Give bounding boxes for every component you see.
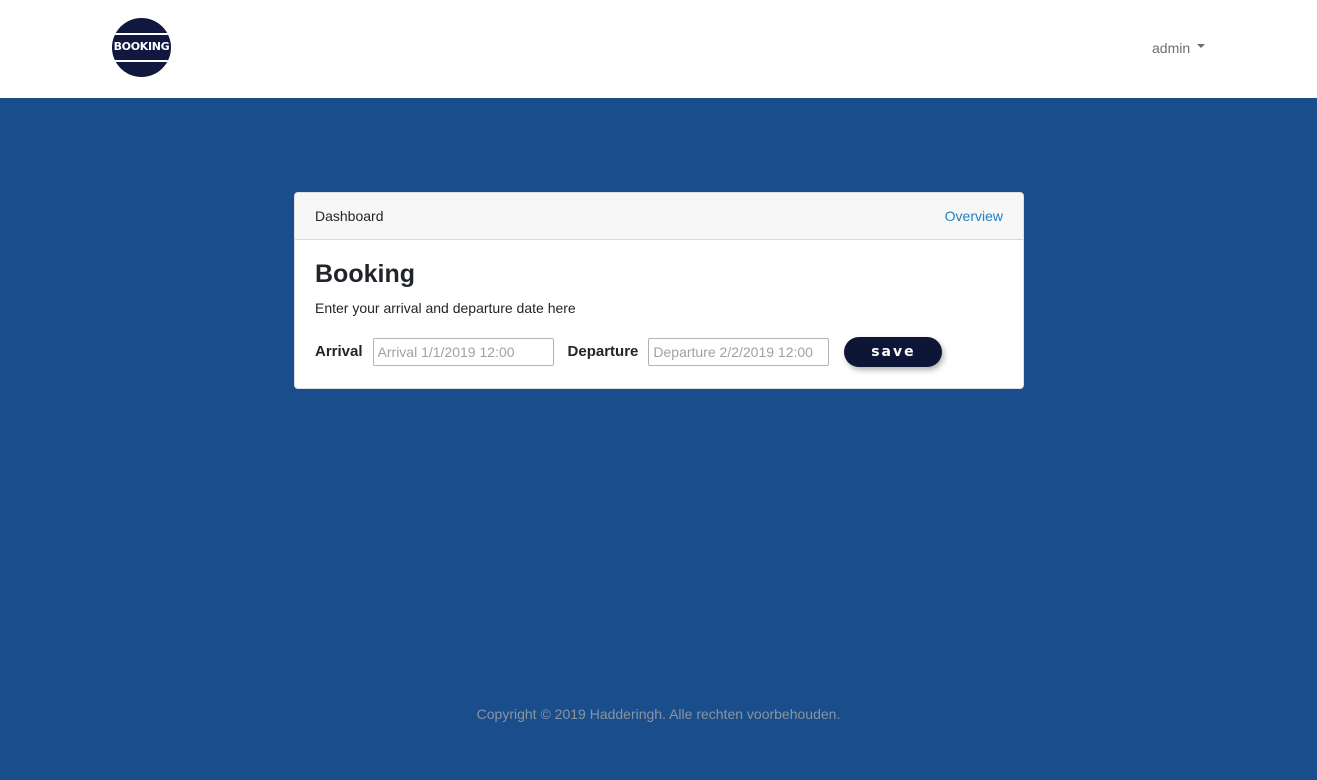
arrival-input[interactable] bbox=[372, 338, 554, 366]
card-header: Dashboard Overview bbox=[295, 193, 1023, 240]
booking-form: Arrival Departure save bbox=[315, 337, 943, 367]
page-title: Booking bbox=[315, 260, 415, 288]
departure-input[interactable] bbox=[648, 338, 830, 366]
logo-line-top bbox=[112, 33, 171, 35]
departure-label: Departure bbox=[567, 343, 639, 360]
logo-text: BOOKING bbox=[113, 40, 170, 53]
overview-link[interactable]: Overview bbox=[945, 207, 1003, 225]
top-navbar: BOOKING admin bbox=[0, 0, 1317, 98]
booking-logo[interactable]: BOOKING bbox=[112, 18, 171, 77]
user-menu-dropdown[interactable]: admin bbox=[1152, 38, 1206, 58]
arrival-label: Arrival bbox=[315, 343, 363, 360]
card-body: Booking Enter your arrival and departure… bbox=[295, 240, 1023, 388]
booking-card: Dashboard Overview Booking Enter your ar… bbox=[294, 192, 1024, 389]
card-header-title: Dashboard bbox=[315, 208, 384, 224]
logo-line-bottom bbox=[112, 60, 171, 62]
page-description: Enter your arrival and departure date he… bbox=[315, 300, 576, 316]
user-menu-label: admin bbox=[1152, 40, 1191, 56]
caret-down-icon bbox=[1197, 44, 1206, 48]
footer-copyright: Copyright © 2019 Hadderingh. Alle rechte… bbox=[476, 706, 841, 722]
save-button[interactable]: save bbox=[844, 337, 943, 367]
